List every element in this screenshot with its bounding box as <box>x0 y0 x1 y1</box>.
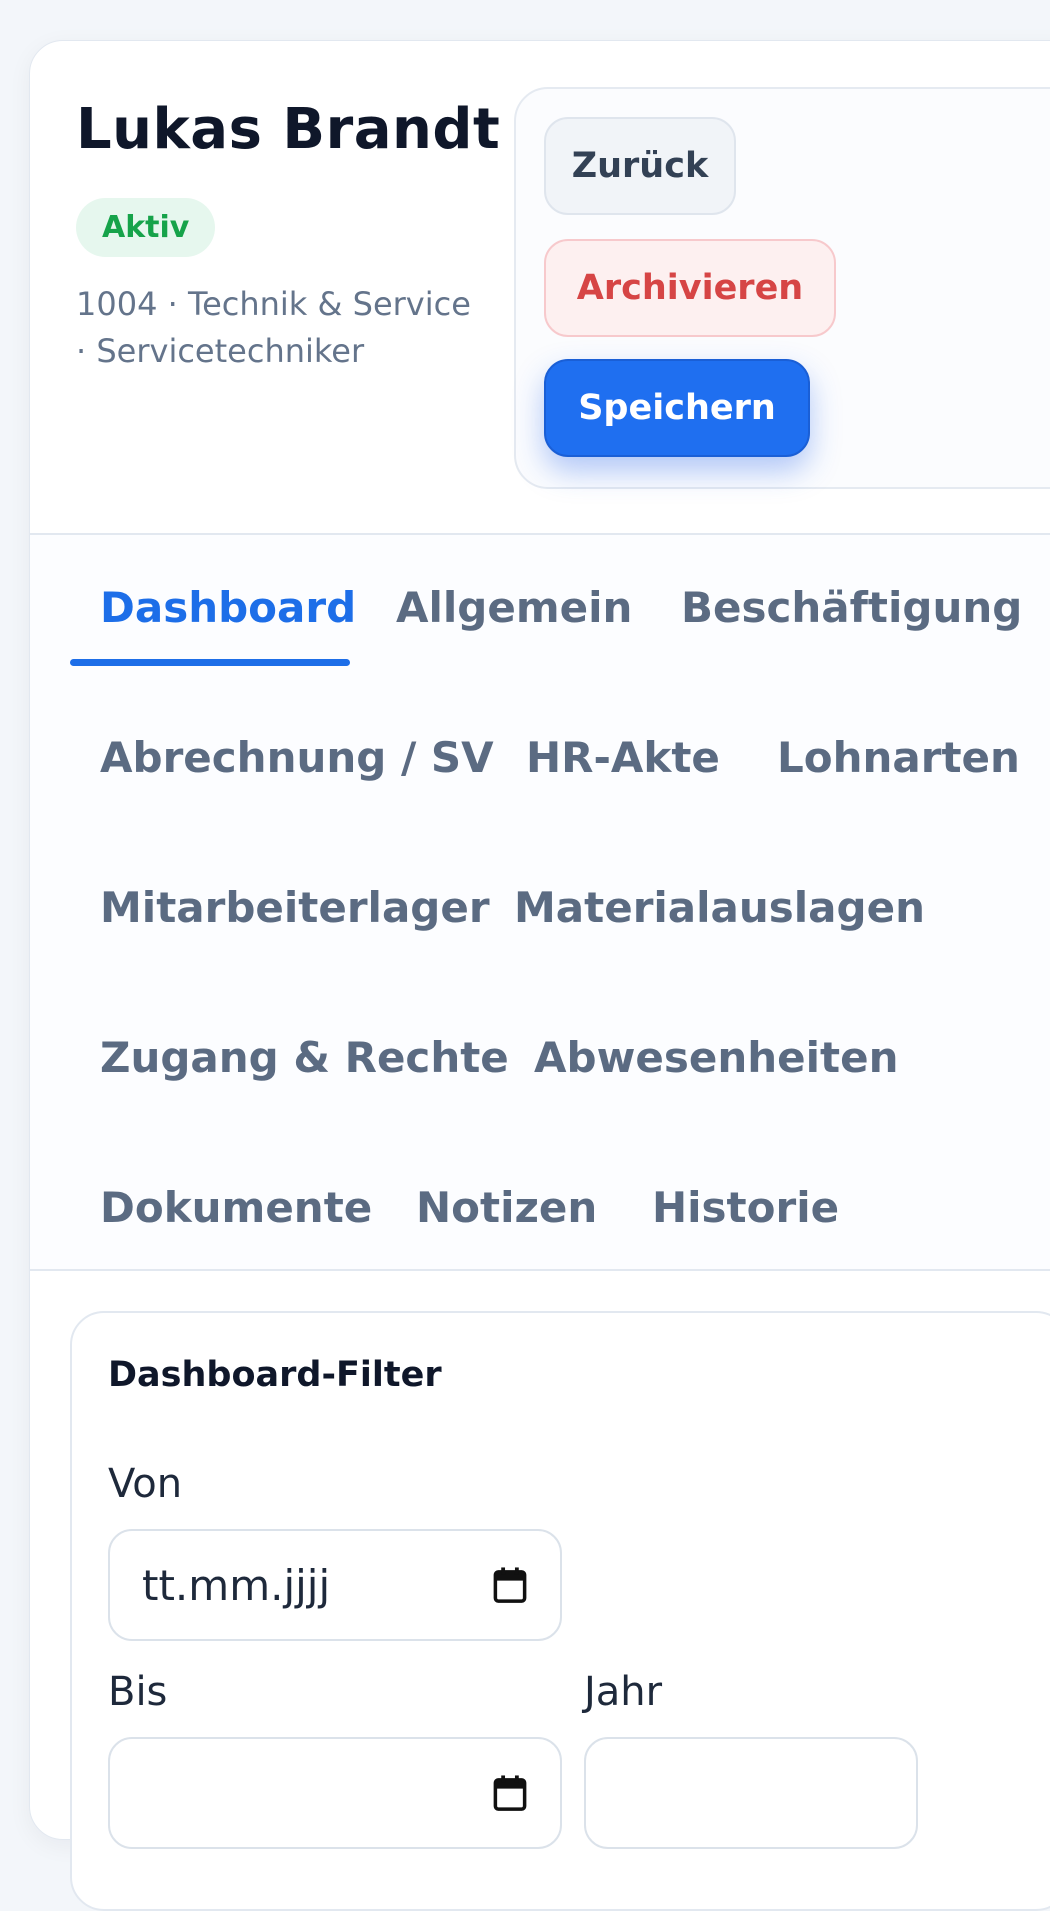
tab-dashboard[interactable]: Dashboard <box>100 583 356 632</box>
save-button[interactable]: Speichern <box>544 359 810 457</box>
action-panel: Zurück Archivieren Speichern <box>514 87 1050 489</box>
year-label: Jahr <box>584 1669 663 1715</box>
back-button[interactable]: Zurück <box>544 117 736 215</box>
tab-allgemein[interactable]: Allgemein <box>396 583 632 632</box>
calendar-icon[interactable] <box>492 1774 528 1812</box>
year-input[interactable] <box>584 1737 918 1849</box>
tab-historie[interactable]: Historie <box>652 1183 839 1232</box>
tab-lohnarten[interactable]: Lohnarten <box>777 733 1020 782</box>
tab-abwesenheiten[interactable]: Abwesenheiten <box>534 1033 899 1082</box>
to-label: Bis <box>108 1669 168 1715</box>
from-date-placeholder: tt.mm.jjjj <box>142 1560 331 1610</box>
calendar-icon[interactable] <box>492 1566 528 1604</box>
employee-meta-line1: 1004 · Technik & Service <box>76 285 471 323</box>
employee-name: Lukas Brandt <box>76 97 501 162</box>
tab-hr-akte[interactable]: HR-Akte <box>526 733 720 782</box>
tab-beschaeftigung[interactable]: Beschäftigung <box>681 583 1022 632</box>
tab-materialauslagen[interactable]: Materialauslagen <box>514 883 925 932</box>
employee-meta-line2: · Servicetechniker <box>76 332 365 370</box>
employee-meta: 1004 · Technik & Service · Servicetechni… <box>76 281 496 375</box>
status-badge: Aktiv <box>76 198 216 257</box>
to-date-input[interactable] <box>108 1737 562 1849</box>
tab-bar: Dashboard Allgemein Beschäftigung Abrech… <box>30 535 1050 1271</box>
dashboard-filter-panel: Dashboard-Filter Von tt.mm.jjjj Bis Jahr <box>70 1311 1050 1911</box>
from-label: Von <box>108 1461 183 1507</box>
tab-notizen[interactable]: Notizen <box>416 1183 597 1232</box>
employee-header: Lukas Brandt Aktiv 1004 · Technik & Serv… <box>30 41 1050 535</box>
archive-button[interactable]: Archivieren <box>544 239 836 337</box>
filter-title: Dashboard-Filter <box>108 1355 442 1395</box>
active-tab-indicator <box>70 659 350 666</box>
tab-mitarbeiterlager[interactable]: Mitarbeiterlager <box>100 883 490 932</box>
tab-dokumente[interactable]: Dokumente <box>100 1183 372 1232</box>
from-date-input[interactable]: tt.mm.jjjj <box>108 1529 562 1641</box>
tab-zugang-rechte[interactable]: Zugang & Rechte <box>100 1033 509 1082</box>
tab-abrechnung-sv[interactable]: Abrechnung / SV <box>100 733 494 782</box>
